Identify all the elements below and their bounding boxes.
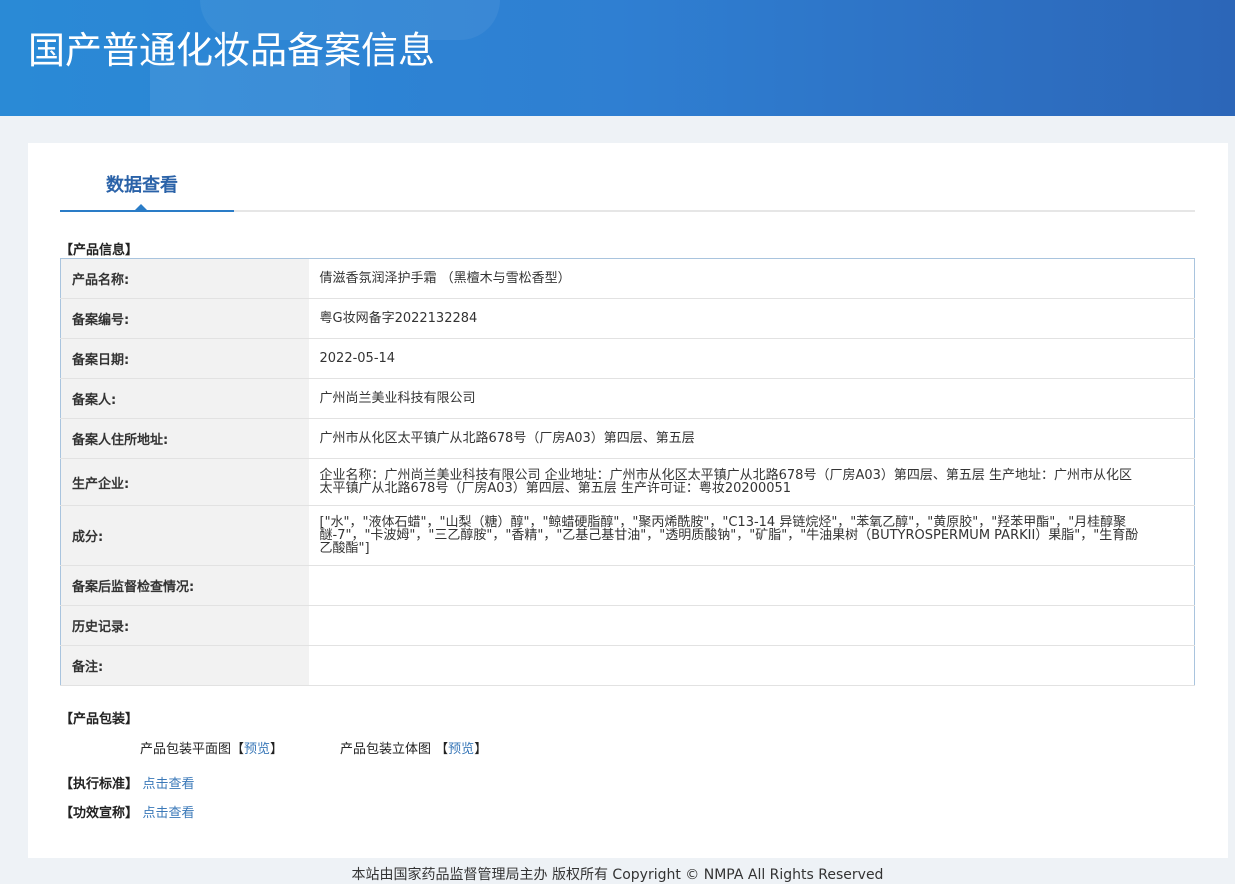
row-value: 倩滋香氛润泽护手霜 （黑檀木与雪松香型） [308, 258, 1195, 299]
tab-data-view[interactable]: 数据查看 [106, 171, 178, 197]
content-card: 数据查看 【产品信息】 产品名称: 倩滋香氛润泽护手霜 （黑檀木与雪松香型） 备案… [28, 143, 1228, 858]
row-value [308, 605, 1195, 646]
row-value [308, 645, 1195, 686]
preview-stereo-link[interactable]: 预览 [448, 742, 474, 757]
packaging-flat: 产品包装平面图【预览】 [140, 738, 283, 757]
row-label: 备案日期: [60, 338, 309, 379]
table-row: 备案后监督检查情况: [60, 565, 1195, 606]
section-efficacy: 【功效宣称】 点击查看 [60, 802, 195, 821]
table-row: 成分: ["水"，"液体石蜡"，"山梨（糖）醇"，"鲸蜡硬脂醇"，"聚丙烯酰胺"，… [60, 505, 1195, 566]
efficacy-label: 【功效宣称】 [60, 806, 139, 821]
bracket: 【 [435, 742, 449, 757]
section-standard: 【执行标准】 点击查看 [60, 773, 195, 792]
footer-copyright: 本站由国家药品监督管理局主办 版权所有 Copyright © NMPA All… [351, 867, 884, 883]
row-label: 备注: [60, 645, 309, 686]
row-label: 成分: [60, 505, 309, 566]
efficacy-view-link[interactable]: 点击查看 [143, 806, 195, 821]
table-row: 备案人住所地址: 广州市从化区太平镇广从北路678号（厂房A03）第四层、第五层 [60, 418, 1195, 459]
row-value: 2022-05-14 [308, 338, 1195, 379]
row-value: ["水"，"液体石蜡"，"山梨（糖）醇"，"鲸蜡硬脂醇"，"聚丙烯酰胺"，"C1… [308, 505, 1195, 566]
row-label: 生产企业: [60, 458, 309, 506]
row-value: 广州市从化区太平镇广从北路678号（厂房A03）第四层、第五层 [308, 418, 1195, 459]
section-packaging: 【产品包装】 [60, 712, 139, 727]
table-row: 历史记录: [60, 605, 1195, 646]
table-row: 备注: [60, 645, 1195, 686]
row-value [308, 565, 1195, 606]
bracket: 】 [474, 742, 488, 757]
row-label: 产品名称: [60, 258, 309, 299]
table-row: 产品名称: 倩滋香氛润泽护手霜 （黑檀木与雪松香型） [60, 258, 1195, 299]
row-value: 粤G妆网备字2022132284 [308, 298, 1195, 339]
section-product-info: 【产品信息】 [60, 243, 139, 258]
table-row: 备案编号: 粤G妆网备字2022132284 [60, 298, 1195, 339]
packaging-stereo-label: 产品包装立体图 [340, 742, 432, 757]
packaging-stereo: 产品包装立体图 【预览】 [340, 738, 487, 757]
row-label: 历史记录: [60, 605, 309, 646]
page-header: 国产普通化妆品备案信息 [0, 0, 1235, 116]
preview-flat-link[interactable]: 预览 [244, 742, 270, 757]
row-label: 备案后监督检查情况: [60, 565, 309, 606]
bracket: 【 [231, 742, 245, 757]
product-info-table: 产品名称: 倩滋香氛润泽护手霜 （黑檀木与雪松香型） 备案编号: 粤G妆网备字202… [60, 258, 1195, 686]
tab-caret-icon [135, 204, 147, 210]
row-label: 备案编号: [60, 298, 309, 339]
packaging-flat-label: 产品包装平面图 [140, 742, 232, 757]
row-label: 备案人: [60, 378, 309, 419]
row-value: 企业名称：广州尚兰美业科技有限公司 企业地址：广州市从化区太平镇广从北路678号… [308, 458, 1195, 506]
row-value: 广州尚兰美业科技有限公司 [308, 378, 1195, 419]
tab-active-indicator [60, 210, 234, 212]
row-label: 备案人住所地址: [60, 418, 309, 459]
bracket: 】 [270, 742, 284, 757]
standard-view-link[interactable]: 点击查看 [143, 777, 195, 792]
table-row: 生产企业: 企业名称：广州尚兰美业科技有限公司 企业地址：广州市从化区太平镇广从北… [60, 458, 1195, 506]
page-title: 国产普通化妆品备案信息 [28, 29, 435, 72]
table-row: 备案人: 广州尚兰美业科技有限公司 [60, 378, 1195, 419]
table-row: 备案日期: 2022-05-14 [60, 338, 1195, 379]
standard-label: 【执行标准】 [60, 777, 139, 792]
